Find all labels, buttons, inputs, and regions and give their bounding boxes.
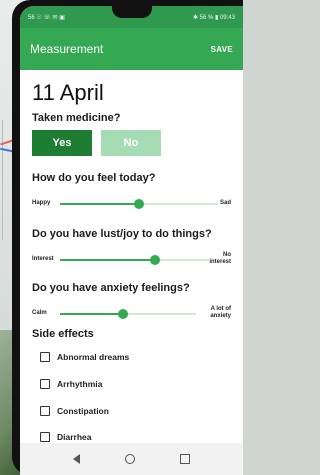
phone-screen: 56 ☉ ☏ ✉ ▣ ✱ 56 % ▮ 09:43 Measurement SA… bbox=[20, 6, 243, 475]
anxiety-question: Do you have anxiety feelings? bbox=[32, 282, 190, 294]
system-nav-bar bbox=[20, 443, 243, 475]
checkbox-arrhythmia[interactable]: Arrhythmia bbox=[40, 379, 102, 389]
side-effects-title: Side effects bbox=[32, 328, 94, 340]
medicine-question: Taken medicine? bbox=[32, 112, 121, 124]
checkbox-box[interactable] bbox=[40, 406, 50, 416]
checkbox-label: Abnormal dreams bbox=[57, 352, 130, 362]
back-icon[interactable] bbox=[72, 454, 80, 464]
checkbox-abnormal-dreams[interactable]: Abnormal dreams bbox=[40, 352, 129, 362]
recent-apps-icon[interactable] bbox=[180, 454, 191, 464]
status-right-icons: ✱ 56 % ▮ 09:43 bbox=[192, 14, 235, 21]
app-bar: Measurement SAVE bbox=[20, 28, 243, 70]
feel-slider[interactable]: Happy Sad bbox=[32, 192, 231, 216]
save-button[interactable]: SAVE bbox=[211, 45, 233, 54]
anxiety-slider-thumb[interactable] bbox=[117, 309, 128, 319]
lust-question: Do you have lust/joy to do things? bbox=[32, 228, 212, 240]
phone-frame: 56 ☉ ☏ ✉ ▣ ✱ 56 % ▮ 09:43 Measurement SA… bbox=[12, 0, 243, 475]
home-icon[interactable] bbox=[124, 454, 135, 464]
feel-left-label: Happy bbox=[32, 200, 51, 206]
checkbox-box[interactable] bbox=[40, 352, 50, 362]
feel-question: How do you feel today? bbox=[32, 172, 156, 184]
yes-button[interactable]: Yes bbox=[32, 130, 92, 156]
lust-right-label: No interest bbox=[209, 252, 231, 265]
feel-slider-thumb[interactable] bbox=[134, 199, 144, 209]
anxiety-right-label: A lot of anxiety bbox=[210, 306, 231, 319]
no-button[interactable]: No bbox=[101, 130, 161, 156]
date-heading: 11 April bbox=[32, 80, 104, 105]
anxiety-slider[interactable]: Calm A lot of anxiety bbox=[32, 302, 231, 326]
anxiety-left-label: Calm bbox=[32, 310, 47, 316]
background-axis bbox=[2, 120, 3, 240]
checkbox-box[interactable] bbox=[40, 432, 50, 442]
feel-slider-fill bbox=[60, 203, 139, 205]
checkbox-label: Arrhythmia bbox=[57, 379, 103, 389]
lust-slider[interactable]: Interest No interest bbox=[32, 248, 231, 272]
checkbox-constipation[interactable]: Constipation bbox=[40, 406, 109, 416]
checkbox-label: Diarrhea bbox=[57, 432, 92, 442]
anxiety-slider-fill bbox=[60, 313, 123, 315]
checkbox-diarrhea[interactable]: Diarrhea bbox=[40, 432, 92, 442]
camera-notch bbox=[112, 6, 152, 18]
feel-right-label: Sad bbox=[219, 200, 231, 206]
checkbox-box[interactable] bbox=[40, 379, 50, 389]
app-title: Measurement bbox=[30, 42, 104, 56]
checkbox-label: Constipation bbox=[57, 406, 109, 416]
lust-slider-thumb[interactable] bbox=[149, 255, 160, 265]
lust-slider-fill bbox=[60, 259, 155, 261]
status-left-icons: 56 ☉ ☏ ✉ ▣ bbox=[28, 14, 65, 21]
lust-left-label: Interest bbox=[32, 256, 54, 262]
